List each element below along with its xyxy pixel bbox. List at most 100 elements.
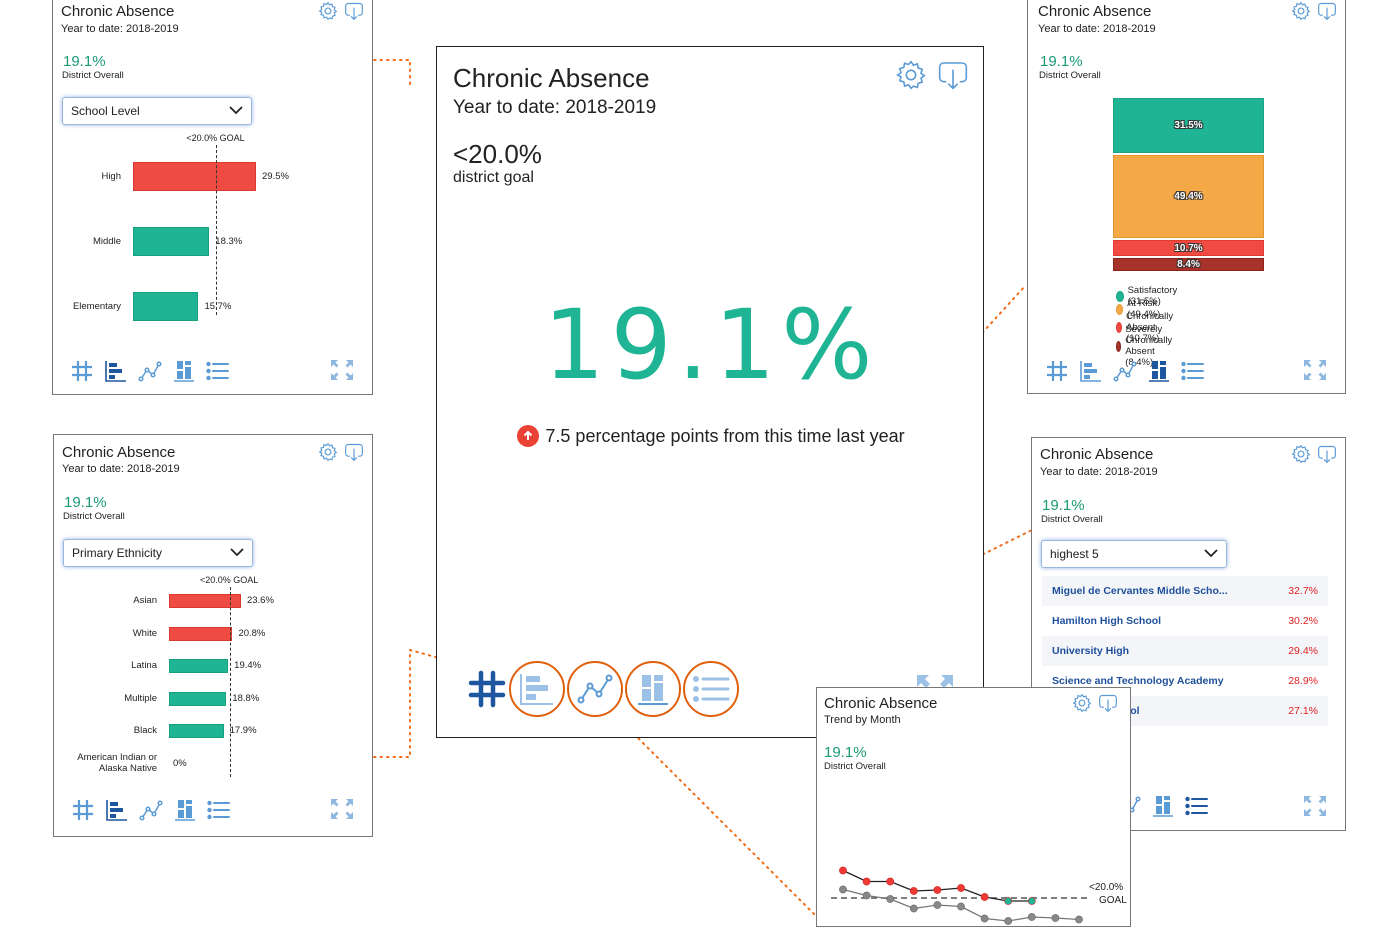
data-point[interactable] bbox=[909, 887, 918, 895]
number-view-icon[interactable] bbox=[465, 661, 509, 717]
dropdown-value: Primary Ethnicity bbox=[72, 546, 163, 560]
trend-view-icon[interactable] bbox=[133, 358, 167, 384]
main-subtitle: Year to date: 2018-2019 bbox=[453, 97, 657, 118]
bar-view-button[interactable] bbox=[509, 661, 565, 717]
number-view-icon[interactable] bbox=[65, 358, 99, 384]
list-item[interactable]: Miguel de Cervantes Middle Scho... 32.7% bbox=[1042, 576, 1328, 606]
list-view-icon[interactable] bbox=[202, 797, 236, 823]
download-icon[interactable] bbox=[1317, 1, 1337, 21]
school-name[interactable]: Miguel de Cervantes Middle Scho... bbox=[1052, 585, 1228, 597]
download-icon[interactable] bbox=[1098, 693, 1118, 713]
overall-label: District Overall bbox=[63, 511, 125, 522]
data-point[interactable] bbox=[839, 885, 847, 894]
change-indicator: 7.5 percentage points from this time las… bbox=[437, 425, 985, 447]
stacked-view-icon[interactable] bbox=[168, 797, 202, 823]
trend-view-button[interactable] bbox=[567, 661, 623, 717]
expand-icon[interactable] bbox=[1303, 795, 1327, 822]
stacked-view-button[interactable] bbox=[625, 661, 681, 717]
list-view-icon[interactable] bbox=[201, 358, 235, 384]
data-point[interactable] bbox=[980, 914, 989, 923]
group-by-dropdown[interactable]: Primary Ethnicity bbox=[63, 539, 253, 567]
bar-label: Asian bbox=[133, 595, 157, 606]
school-name[interactable]: Science and Technology Academy bbox=[1052, 675, 1224, 687]
gear-icon[interactable] bbox=[1291, 444, 1311, 464]
data-point[interactable] bbox=[1004, 897, 1013, 905]
view-toolbar bbox=[65, 358, 235, 384]
expand-icon[interactable] bbox=[1303, 359, 1327, 386]
data-point[interactable] bbox=[980, 893, 989, 901]
download-icon[interactable] bbox=[937, 59, 969, 91]
data-point[interactable] bbox=[957, 902, 965, 911]
gear-icon[interactable] bbox=[318, 1, 338, 21]
bar-label: High bbox=[101, 170, 121, 182]
card-title: Chronic Absence bbox=[1038, 3, 1152, 20]
data-point[interactable] bbox=[957, 884, 965, 892]
list-item[interactable]: Hamilton High School 30.2% bbox=[1042, 606, 1328, 636]
gear-icon[interactable] bbox=[1072, 693, 1092, 713]
data-point[interactable] bbox=[933, 886, 942, 894]
overall-label: District Overall bbox=[1041, 514, 1103, 525]
bar-label: Black bbox=[133, 725, 157, 736]
expand-icon[interactable] bbox=[330, 359, 354, 386]
bar-view-icon[interactable] bbox=[100, 797, 134, 823]
dropdown-value: highest 5 bbox=[1050, 547, 1099, 561]
trend-view-icon[interactable] bbox=[134, 797, 168, 823]
top-n-dropdown[interactable]: highest 5 bbox=[1041, 540, 1227, 568]
download-icon[interactable] bbox=[344, 1, 364, 21]
line-chart-icon bbox=[577, 674, 613, 704]
bar-value: 18.3% bbox=[215, 235, 243, 247]
school-name[interactable]: University High bbox=[1052, 645, 1129, 657]
list-view-icon[interactable] bbox=[1180, 793, 1214, 819]
bar-value: 23.6% bbox=[246, 595, 274, 606]
data-point[interactable] bbox=[886, 877, 895, 886]
stacked-view-icon[interactable] bbox=[1142, 358, 1176, 384]
gear-icon[interactable] bbox=[318, 442, 338, 462]
overall-value: 19.1% bbox=[1040, 53, 1083, 70]
connector-school-level bbox=[373, 59, 411, 89]
bar-view-icon[interactable] bbox=[99, 358, 133, 384]
data-point[interactable] bbox=[933, 901, 942, 909]
data-point[interactable] bbox=[862, 877, 871, 886]
expand-icon[interactable] bbox=[330, 798, 354, 825]
school-name[interactable]: Hamilton High School bbox=[1052, 615, 1161, 627]
gear-icon[interactable] bbox=[1291, 1, 1311, 21]
bar bbox=[133, 162, 256, 191]
list-view-icon[interactable] bbox=[1176, 358, 1210, 384]
stack-segment: 49.4% bbox=[1113, 155, 1264, 238]
bar-label: American Indian or Alaska Native bbox=[77, 751, 157, 774]
data-point[interactable] bbox=[1051, 914, 1060, 922]
data-point[interactable] bbox=[839, 866, 847, 875]
gear-icon[interactable] bbox=[895, 59, 927, 91]
school-value: 29.4% bbox=[1288, 645, 1318, 657]
number-view-icon[interactable] bbox=[1040, 358, 1074, 384]
card-title: Chronic Absence bbox=[1040, 446, 1154, 463]
stacked-view-icon[interactable] bbox=[167, 358, 201, 384]
number-view-icon[interactable] bbox=[66, 797, 100, 823]
school-value: 28.9% bbox=[1288, 675, 1318, 687]
ethnicity-card: Chronic Absence Year to date: 2018-2019 … bbox=[53, 434, 373, 837]
group-by-dropdown[interactable]: School Level bbox=[62, 97, 252, 125]
card-title: Chronic Absence bbox=[824, 695, 938, 712]
data-point[interactable] bbox=[1027, 897, 1036, 905]
bar bbox=[169, 691, 227, 706]
data-point[interactable] bbox=[909, 904, 918, 913]
data-point[interactable] bbox=[886, 895, 895, 903]
stacked-view-icon[interactable] bbox=[1146, 793, 1180, 819]
overall-label: District Overall bbox=[1039, 70, 1101, 81]
download-icon[interactable] bbox=[344, 442, 364, 462]
list-icon bbox=[693, 676, 730, 702]
data-point[interactable] bbox=[862, 891, 871, 900]
data-point[interactable] bbox=[1004, 917, 1013, 925]
list-item[interactable]: University High 29.4% bbox=[1042, 636, 1328, 666]
school-level-chart: <20.0% GOAL High 29.5% Middle 18.3% Elementar… bbox=[53, 129, 374, 329]
bar-view-icon[interactable] bbox=[1074, 358, 1108, 384]
list-view-button[interactable] bbox=[683, 661, 739, 717]
bar-chart-icon bbox=[520, 674, 553, 705]
bar-label: Elementary bbox=[72, 300, 121, 312]
download-icon[interactable] bbox=[1317, 444, 1337, 464]
bar-label: Middle bbox=[93, 235, 121, 247]
overall-label: District Overall bbox=[824, 761, 886, 772]
chevron-down-icon bbox=[1204, 549, 1218, 558]
chevron-down-icon bbox=[229, 106, 243, 115]
trend-view-icon[interactable] bbox=[1108, 358, 1142, 384]
